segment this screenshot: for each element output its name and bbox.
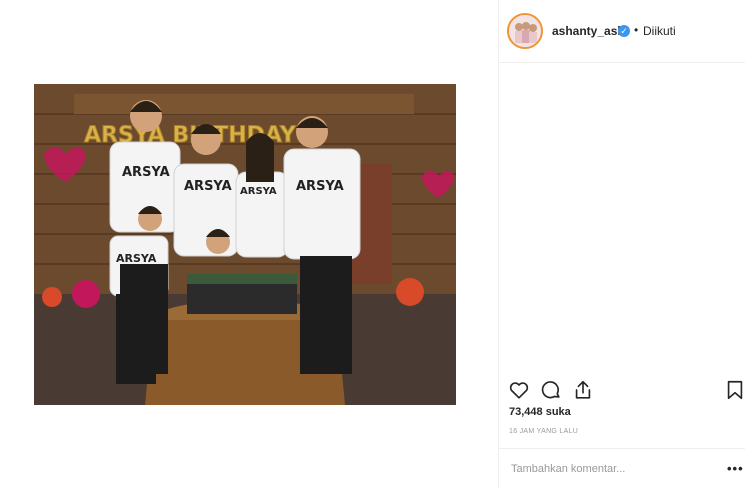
more-options-button[interactable]: ••• bbox=[727, 461, 744, 476]
shirt-text: ARSYA bbox=[240, 186, 277, 197]
post-header: ashanty_ash ✓ • Diikuti bbox=[499, 0, 745, 63]
comment-icon[interactable] bbox=[540, 379, 562, 401]
photo-pane: ARSYA BIRTHDAY ARSYA ARSYA ARSYA ARSYA A… bbox=[0, 0, 498, 489]
post-photo[interactable]: ARSYA BIRTHDAY ARSYA ARSYA ARSYA ARSYA A… bbox=[34, 84, 456, 405]
like-count[interactable]: 73,448 suka bbox=[509, 406, 571, 418]
avatar[interactable] bbox=[507, 13, 543, 49]
post-sidebar: ashanty_ash ✓ • Diikuti 73,448 suka 16 J… bbox=[498, 0, 745, 489]
avatar-image bbox=[509, 15, 541, 47]
comment-area: ••• bbox=[499, 448, 745, 489]
header-separator: • bbox=[634, 23, 639, 37]
bookmark-icon[interactable] bbox=[724, 379, 745, 401]
post-actions bbox=[499, 375, 745, 405]
shirt-text: ARSYA bbox=[296, 179, 344, 194]
shirt-text: ARSYA bbox=[116, 252, 157, 265]
heart-icon[interactable] bbox=[508, 379, 530, 401]
username-link[interactable]: ashanty_ash bbox=[552, 24, 625, 38]
shirt-text: ARSYA bbox=[122, 165, 170, 180]
follow-status-button[interactable]: Diikuti bbox=[643, 24, 676, 38]
shirt-text: ARSYA bbox=[184, 179, 232, 194]
photo-illustration: ARSYA BIRTHDAY ARSYA ARSYA ARSYA ARSYA A… bbox=[34, 84, 456, 405]
post-timestamp[interactable]: 16 JAM YANG LALU bbox=[509, 428, 578, 435]
verified-badge-icon: ✓ bbox=[618, 25, 630, 37]
share-icon[interactable] bbox=[572, 379, 594, 401]
comment-input[interactable] bbox=[509, 459, 713, 479]
